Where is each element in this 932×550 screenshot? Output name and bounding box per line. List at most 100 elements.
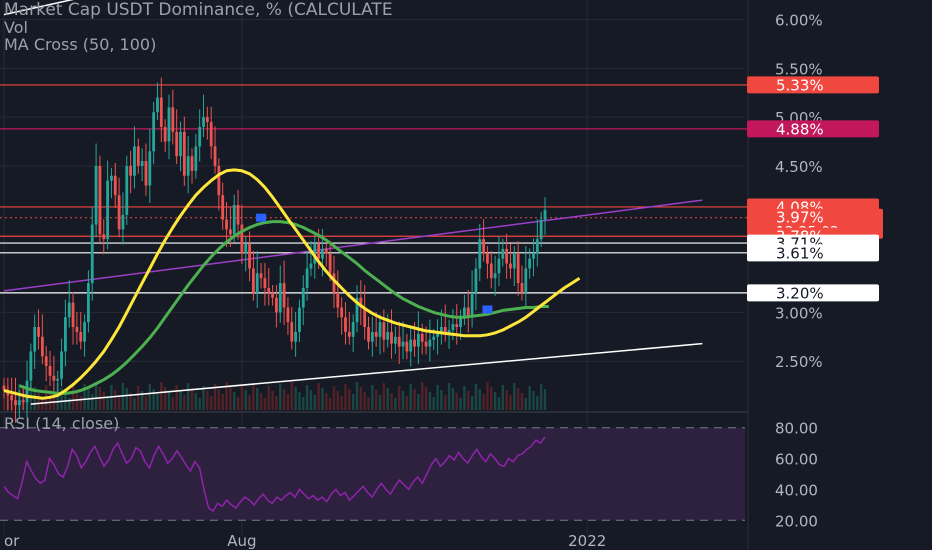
candle-body <box>321 248 324 259</box>
candle-body <box>539 219 543 240</box>
volume-bar <box>294 387 297 410</box>
candle-body <box>217 165 221 196</box>
volume-bar <box>543 389 547 410</box>
candle-body <box>90 224 94 284</box>
volume-bar <box>91 394 94 410</box>
candle-body <box>29 351 33 381</box>
volume-bar <box>152 389 155 410</box>
volume-bar <box>328 398 332 410</box>
candle-body <box>535 239 539 254</box>
candle-body <box>409 339 413 352</box>
volume-bar <box>363 392 366 410</box>
candle-body <box>205 117 209 123</box>
volume-bar <box>298 392 301 410</box>
candle-body <box>528 258 532 269</box>
candle-body <box>240 224 244 254</box>
price-tick-label[interactable]: 3.00% <box>775 304 823 322</box>
volume-bar <box>202 386 205 410</box>
volume-bar <box>348 389 351 410</box>
legend-ma-cross: MA Cross (50, 100) <box>4 35 157 53</box>
candle-body <box>182 131 186 176</box>
candle-body <box>106 180 109 240</box>
candle-body <box>167 107 171 142</box>
rsi-tick-label[interactable]: 40.00 <box>775 481 818 499</box>
volume-bar <box>374 390 378 410</box>
volume-bar <box>252 383 255 410</box>
volume-bar <box>102 392 105 410</box>
rsi-band-fill <box>0 427 745 521</box>
volume-bar <box>463 386 466 410</box>
candle-body <box>163 126 167 142</box>
time-tick-label[interactable]: Aug <box>227 532 256 550</box>
volume-bar <box>217 389 221 410</box>
time-tick-label[interactable]: 2022 <box>568 532 606 550</box>
candle-body <box>63 317 67 352</box>
candle-body <box>244 244 248 254</box>
candle-body <box>455 324 459 328</box>
volume-bar <box>474 384 478 410</box>
volume-bar <box>125 388 128 410</box>
volume-bar <box>148 384 152 410</box>
candle-body <box>209 122 213 147</box>
rsi-tick-label[interactable]: 80.00 <box>775 420 818 438</box>
volume-bar <box>493 392 497 410</box>
price-tick-label[interactable]: 4.50% <box>775 158 823 176</box>
candle-body <box>102 234 106 240</box>
candle-body <box>501 248 505 259</box>
rsi-tick-label[interactable]: 60.00 <box>775 451 818 469</box>
volume-bar <box>428 392 432 410</box>
candle-body <box>305 268 309 288</box>
candle-body <box>286 307 290 323</box>
candle-body <box>228 229 232 235</box>
volume-bar <box>371 385 374 410</box>
volume-bar <box>317 383 320 410</box>
volume-bar <box>79 396 82 410</box>
candle-body <box>524 268 528 293</box>
candle-body <box>309 263 313 269</box>
candle-body <box>378 322 382 337</box>
price-tick-label[interactable]: 6.00% <box>775 12 823 30</box>
candle-body <box>110 175 113 181</box>
candle-body <box>251 268 255 293</box>
candle-body <box>424 341 428 347</box>
volume-bar <box>233 392 236 410</box>
volume-bar <box>409 384 412 410</box>
volume-bar <box>482 394 485 410</box>
candle-body <box>397 336 401 347</box>
candle-body <box>87 283 90 323</box>
candle-body <box>52 375 56 381</box>
volume-bar <box>156 394 159 410</box>
candle-body <box>512 253 516 269</box>
ma-cross-marker <box>482 305 493 314</box>
candle-body <box>543 209 547 220</box>
candle-body <box>482 239 486 254</box>
chart-legend: Market Cap USDT Dominance, % (CALCULATE … <box>4 2 744 53</box>
candle-body <box>370 331 374 342</box>
volume-bar <box>367 397 370 410</box>
volume-bar <box>229 387 232 410</box>
volume-bar <box>286 394 290 410</box>
candle-body <box>401 341 405 347</box>
price-tick-label[interactable]: 2.50% <box>775 353 823 371</box>
candle-body <box>71 302 75 328</box>
candle-body <box>317 244 321 259</box>
volume-bar <box>94 382 98 410</box>
volume-bar <box>528 386 531 410</box>
rsi-tick-label[interactable]: 20.00 <box>775 512 818 530</box>
candle-body <box>10 395 14 401</box>
volume-bar <box>513 383 516 410</box>
volume-bar <box>390 393 393 410</box>
candle-body <box>186 156 190 176</box>
volume-bar <box>186 383 190 410</box>
volume-bar <box>144 396 148 410</box>
candle-body <box>113 175 117 196</box>
candle-body <box>340 307 344 318</box>
legend-volume: Vol <box>4 18 28 37</box>
volume-bar <box>133 398 136 410</box>
volume-bar <box>194 393 198 410</box>
time-tick-label[interactable]: or <box>4 532 20 550</box>
candle-body <box>248 244 251 269</box>
volume-bar <box>263 398 267 410</box>
candle-body <box>278 283 282 313</box>
candle-body <box>420 333 424 342</box>
